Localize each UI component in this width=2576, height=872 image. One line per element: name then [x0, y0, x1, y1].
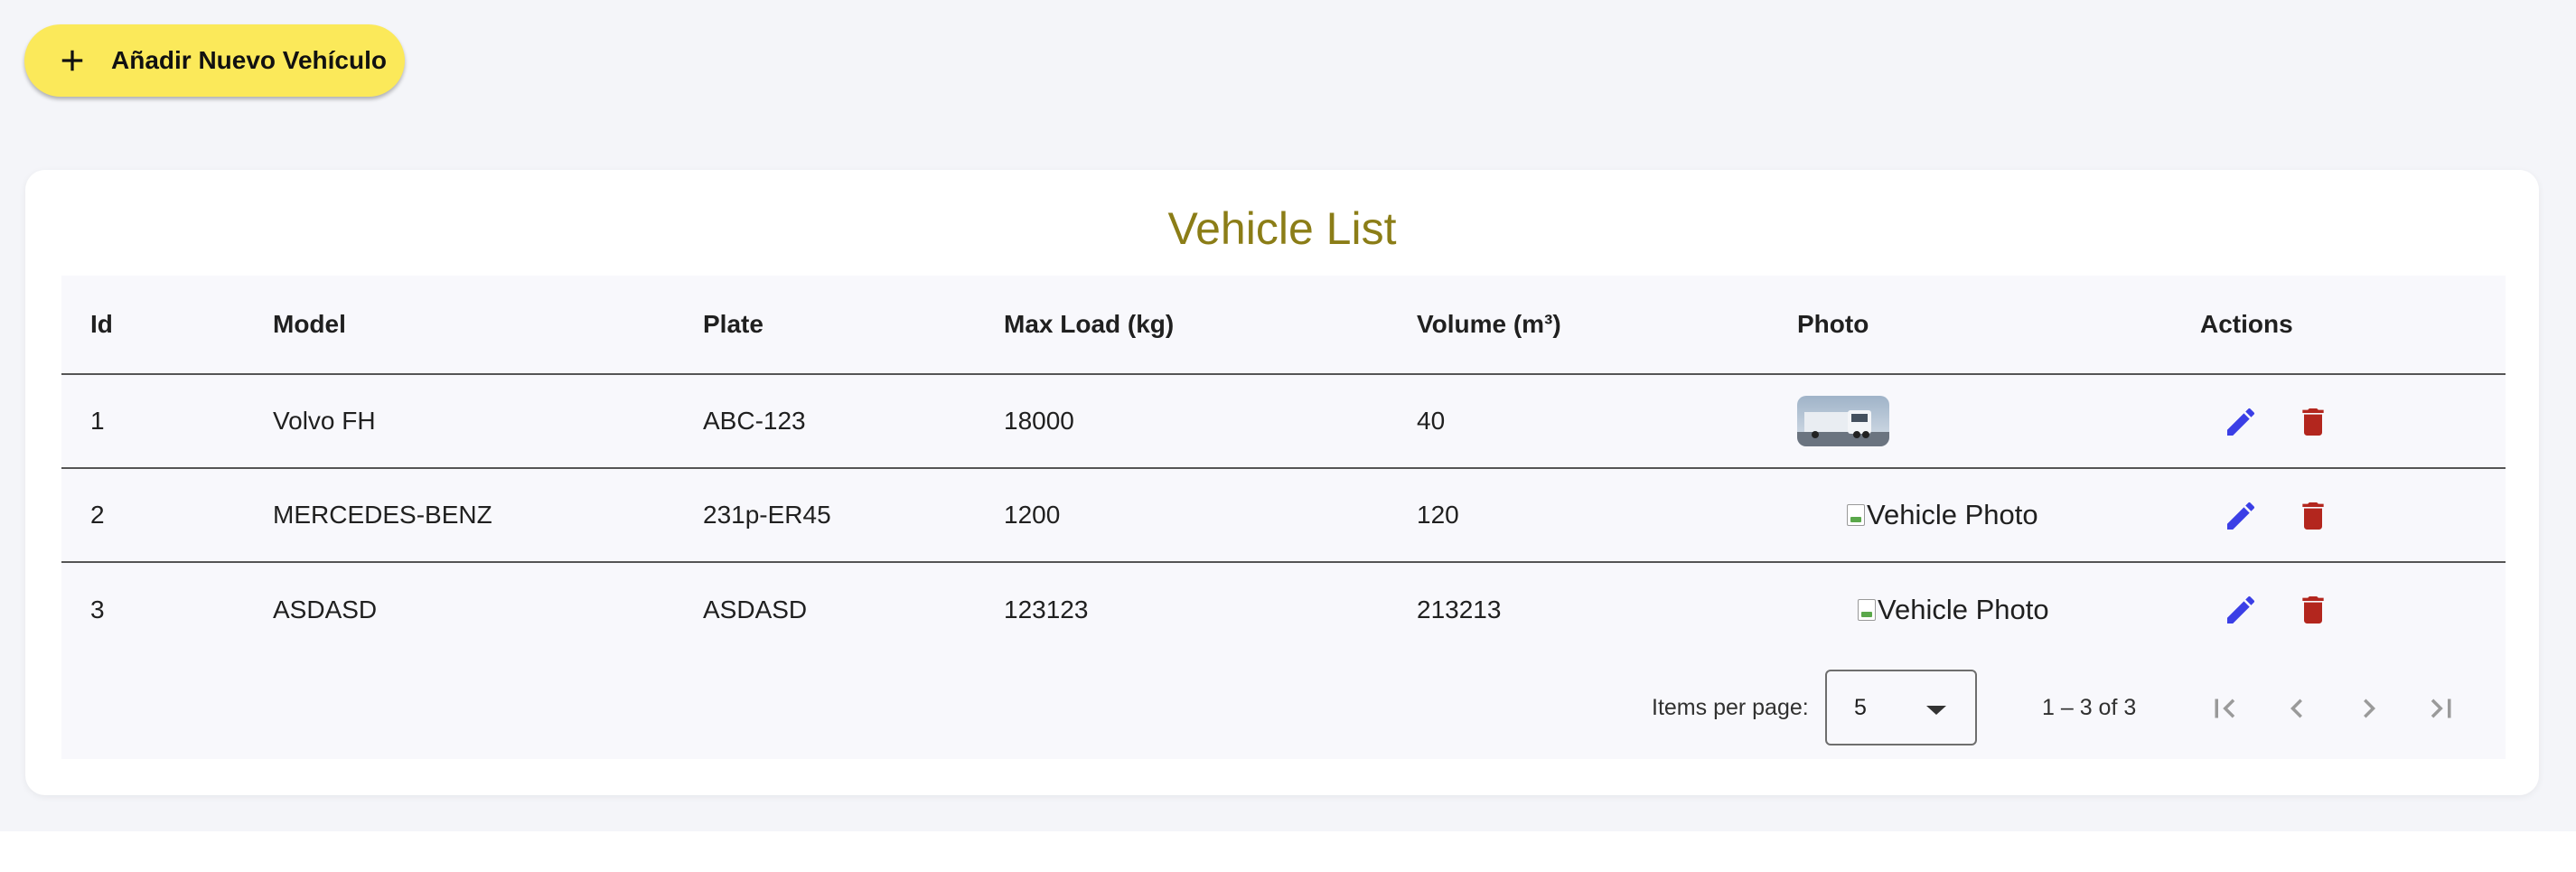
- cell-max-load: 123123: [1004, 595, 1089, 624]
- cell-plate: ASDASD: [703, 595, 808, 624]
- delete-button[interactable]: [2293, 590, 2333, 630]
- table-row: 2 MERCEDES-BENZ 231p-ER45 1200 120 Vehic…: [61, 469, 2506, 563]
- trash-icon: [2302, 502, 2324, 530]
- items-per-page-label: Items per page:: [1652, 695, 1809, 720]
- column-header-photo: Photo: [1797, 310, 1869, 338]
- trash-icon: [2302, 408, 2324, 436]
- cell-volume: 40: [1417, 407, 1446, 435]
- table-row: 1 Volvo FH ABC-123 18000 40: [61, 375, 2506, 469]
- trash-icon: [2302, 596, 2324, 624]
- vehicle-table: Id Model Plate Max Load (kg) Volume (m³)…: [61, 276, 2506, 759]
- column-header-max-load[interactable]: Max Load (kg): [1004, 276, 1174, 373]
- first-page-icon: [2215, 699, 2235, 718]
- cell-max-load: 1200: [1004, 501, 1061, 529]
- vehicle-photo-alt-text: Vehicle Photo: [1867, 499, 2038, 530]
- cell-plate: ABC-123: [703, 407, 806, 435]
- items-per-page-select[interactable]: 5: [1825, 670, 1977, 745]
- column-header-volume[interactable]: Volume (m³): [1417, 276, 1561, 373]
- column-header-actions: Actions: [2200, 310, 2293, 338]
- delete-button[interactable]: [2293, 402, 2333, 442]
- cell-id: 2: [90, 501, 105, 529]
- cell-id: 1: [90, 407, 105, 435]
- cell-max-load: 18000: [1004, 407, 1074, 435]
- vehicle-photo-thumbnail: [1797, 396, 1889, 446]
- cell-model: ASDASD: [273, 595, 378, 624]
- cell-photo: Vehicle Photo: [1847, 469, 2038, 561]
- last-page-button[interactable]: [2421, 689, 2461, 728]
- column-header-plate[interactable]: Plate: [703, 276, 763, 373]
- edit-button[interactable]: [2221, 496, 2261, 536]
- cell-plate: 231p-ER45: [703, 501, 831, 529]
- previous-page-button[interactable]: [2277, 689, 2317, 728]
- page-title: Vehicle List: [1167, 203, 1397, 254]
- add-vehicle-label: Añadir Nuevo Vehículo: [111, 46, 387, 74]
- first-page-button[interactable]: [2205, 689, 2244, 728]
- cell-volume: 120: [1417, 501, 1459, 529]
- column-header-model[interactable]: Model: [273, 276, 346, 373]
- vehicle-photo-alt-text: Vehicle Photo: [1878, 594, 2049, 625]
- previous-page-icon: [2290, 699, 2302, 718]
- cell-volume: 213213: [1417, 595, 1502, 624]
- page-range-label: 1 – 3 of 3: [2042, 695, 2137, 720]
- delete-button[interactable]: [2293, 496, 2333, 536]
- pencil-icon: [2227, 502, 2255, 530]
- cell-model: MERCEDES-BENZ: [273, 501, 492, 529]
- broken-vehicle-photo: Vehicle Photo: [1847, 499, 2038, 531]
- edit-button[interactable]: [2221, 590, 2261, 630]
- pencil-icon: [2227, 408, 2255, 436]
- chevron-down-icon: [1926, 706, 1946, 715]
- cell-photo: Vehicle Photo: [1858, 563, 2049, 657]
- last-page-icon: [2431, 699, 2451, 718]
- cell-id: 3: [90, 595, 105, 624]
- next-page-button[interactable]: [2349, 689, 2389, 728]
- items-per-page-value: 5: [1854, 694, 1867, 720]
- broken-vehicle-photo: Vehicle Photo: [1858, 594, 2049, 626]
- cell-model: Volvo FH: [273, 407, 376, 435]
- pencil-icon: [2227, 595, 2255, 624]
- broken-image-icon: [1847, 504, 1865, 526]
- next-page-icon: [2364, 699, 2375, 718]
- plus-icon: [61, 50, 83, 71]
- vehicle-list-card: Vehicle List Id Model Plate Max Load (kg…: [25, 170, 2539, 795]
- edit-button[interactable]: [2221, 402, 2261, 442]
- table-row: 3 ASDASD ASDASD 123123 213213 Vehicle Ph…: [61, 563, 2506, 657]
- cell-photo: [1797, 375, 1889, 467]
- column-header-id[interactable]: Id: [90, 276, 113, 373]
- broken-image-icon: [1858, 599, 1876, 621]
- table-header-row: Id Model Plate Max Load (kg) Volume (m³)…: [61, 276, 2506, 375]
- paginator: Items per page: 5 1 – 3 of 3: [61, 657, 2506, 759]
- add-vehicle-button[interactable]: Añadir Nuevo Vehículo: [24, 24, 405, 97]
